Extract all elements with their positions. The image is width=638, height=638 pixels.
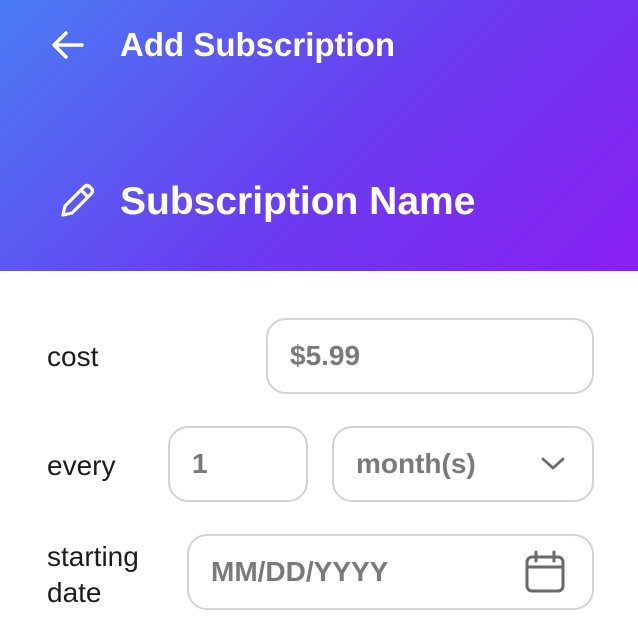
- header: Add Subscription Subscription Name: [0, 0, 638, 271]
- interval-count-value: 1: [192, 448, 208, 479]
- interval-count-input[interactable]: 1: [168, 426, 308, 502]
- interval-unit-value: month(s): [356, 448, 476, 479]
- page-title: Add Subscription: [120, 26, 395, 63]
- chevron-down-icon: [540, 456, 566, 472]
- starting-date-input[interactable]: MM/DD/YYYY: [187, 534, 594, 610]
- cost-value: $5.99: [290, 340, 361, 371]
- calendar-icon[interactable]: [524, 550, 566, 594]
- cost-label: cost: [47, 341, 99, 372]
- interval-unit-select[interactable]: month(s): [332, 426, 594, 502]
- arrow-left-icon: [51, 30, 85, 60]
- starting-date-label-line2: date: [47, 577, 102, 608]
- subscription-name-placeholder: Subscription Name: [120, 180, 476, 223]
- add-subscription-screen: Add Subscription Subscription Name cost …: [0, 0, 638, 638]
- back-button[interactable]: [46, 24, 90, 66]
- pencil-icon: [50, 176, 102, 228]
- cost-input[interactable]: $5.99: [266, 318, 594, 394]
- subscription-name-input[interactable]: Subscription Name: [50, 172, 610, 232]
- starting-date-placeholder: MM/DD/YYYY: [211, 556, 389, 587]
- starting-date-label-line1: starting: [47, 541, 139, 572]
- every-label: every: [47, 450, 116, 481]
